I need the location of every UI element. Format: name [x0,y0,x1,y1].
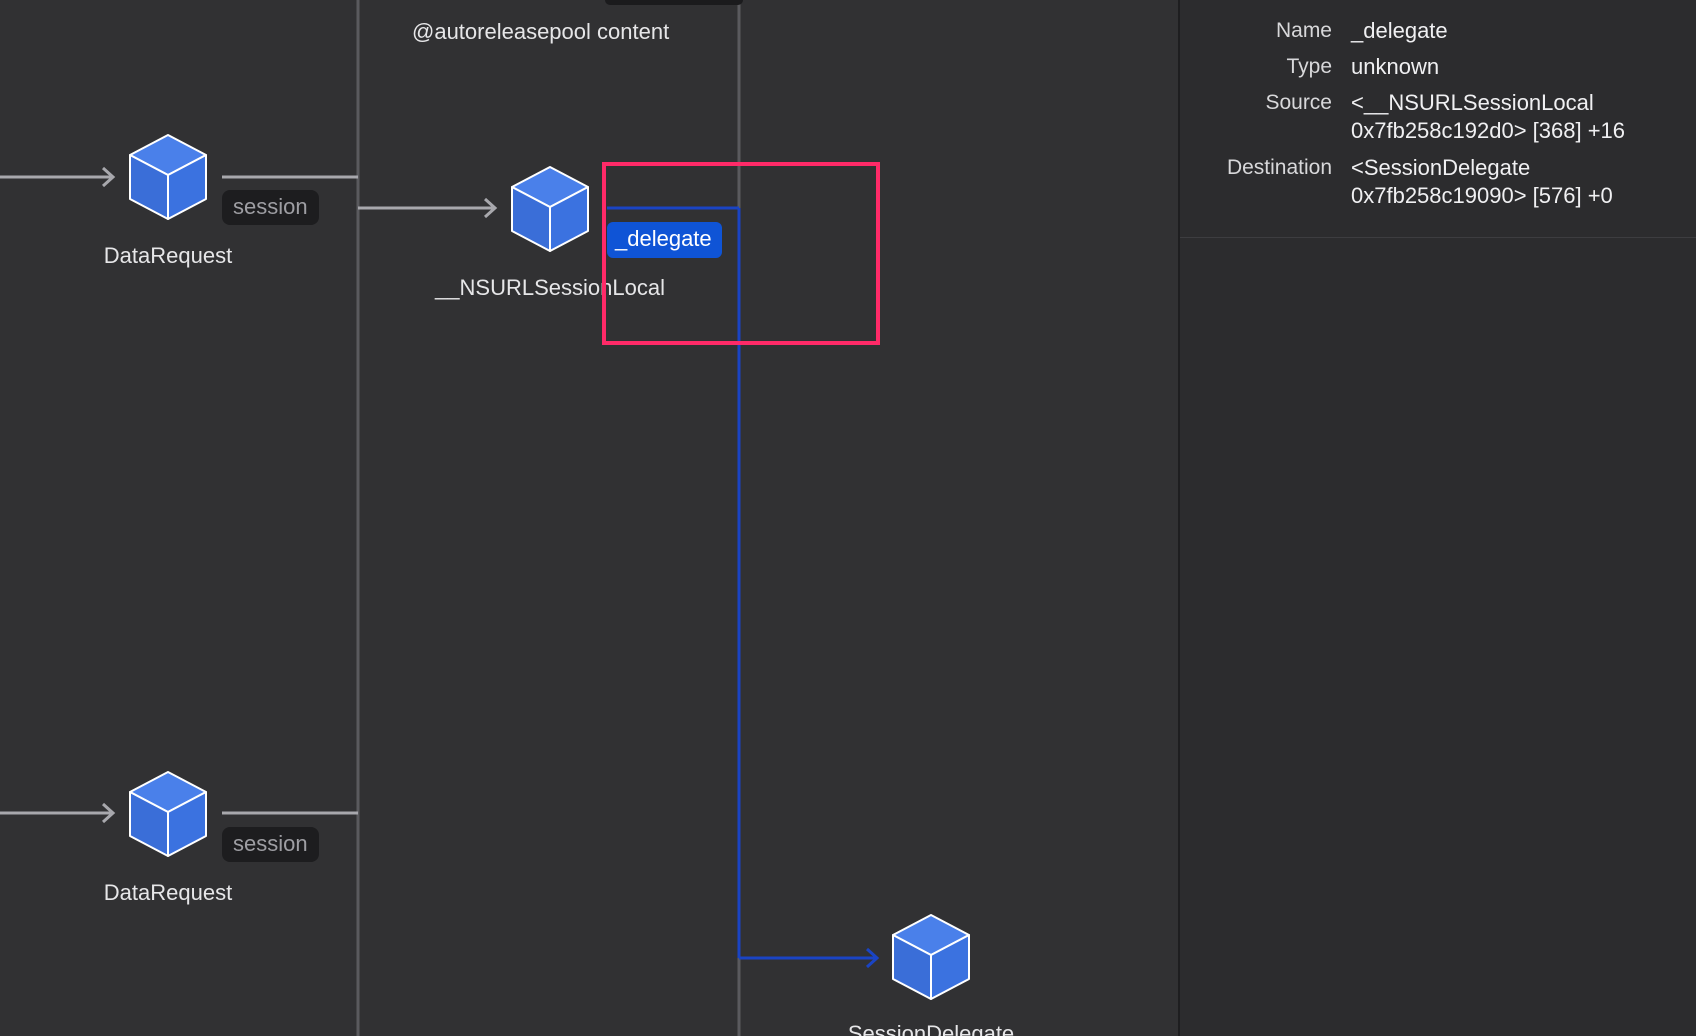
cube-icon[interactable] [129,771,207,857]
header-tab-edge [605,0,743,5]
cube-icon[interactable] [511,166,589,252]
cube-icon[interactable] [892,914,970,1000]
edge-label-session-bottom[interactable]: session [222,827,319,862]
edge-into-data-request-top[interactable] [0,166,116,188]
inspector-source-line1: <__NSURLSessionLocal [1351,90,1594,115]
inspector-source-line2: 0x7fb258c192d0> [368] +16 [1351,118,1626,143]
edge-into-data-request-bottom[interactable] [0,802,116,824]
highlight-annotation-box [602,162,880,345]
node-label-data-request-top[interactable]: DataRequest [104,243,232,269]
memory-graph-canvas[interactable]: @autoreleasepool content DataRequest ses… [0,0,1178,1036]
node-label-data-request-bottom[interactable]: DataRequest [104,880,232,906]
memory-graph-window: @autoreleasepool content DataRequest ses… [0,0,1696,1036]
inspector-divider [1180,237,1696,238]
cube-icon[interactable] [129,134,207,220]
inspector-destination-line2: 0x7fb258c19090> [576] +0 [1351,183,1613,208]
inspector-name-value: _delegate [1351,18,1448,43]
inspector-type-label: Type [1286,55,1332,78]
section-title: @autoreleasepool content [412,19,670,44]
node-label-session-delegate[interactable]: SessionDelegate [848,1021,1014,1036]
inspector-destination-line1: <SessionDelegate [1351,155,1531,180]
inspector-name-label: Name [1275,19,1332,42]
edge-label-session-top[interactable]: session [222,190,319,225]
inspector-type-value: unknown [1351,54,1440,79]
inspector-destination-label: Destination [1226,156,1332,179]
inspector-source-label: Source [1265,91,1332,114]
reference-inspector-panel: Name _delegate Type unknown Source <__NS… [1178,0,1696,1036]
